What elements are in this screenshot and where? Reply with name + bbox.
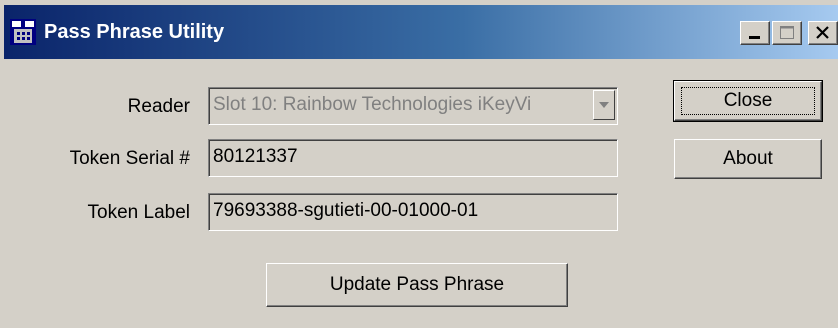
token-serial-field[interactable]: 80121337: [208, 139, 618, 177]
maximize-button[interactable]: [772, 21, 802, 45]
token-serial-label: Token Serial #: [69, 148, 190, 169]
token-label-field[interactable]: 79693388-sgutieti-00-01000-01: [208, 193, 618, 231]
token-label-label: Token Label: [87, 202, 190, 223]
reader-select-value: Slot 10: Rainbow Technologies iKeyVi: [213, 94, 532, 115]
title-bar[interactable]: Pass Phrase Utility: [4, 5, 838, 59]
about-button-label: About: [723, 148, 773, 169]
update-pass-phrase-label: Update Pass Phrase: [329, 274, 505, 295]
close-button[interactable]: Close: [673, 80, 823, 122]
pass-phrase-utility-window: Pass Phrase Utility Reader Slot 10: Rain…: [0, 0, 838, 328]
update-pass-phrase-button[interactable]: Update Pass Phrase: [266, 263, 568, 307]
dropdown-button[interactable]: [593, 90, 615, 120]
window-title: Pass Phrase Utility: [44, 21, 225, 43]
close-button-label: Close: [723, 90, 773, 111]
reader-label: Reader: [127, 96, 190, 117]
minimize-button[interactable]: [740, 21, 770, 45]
about-button[interactable]: About: [674, 139, 822, 179]
pass-phrase-app-icon: [10, 19, 36, 45]
close-window-button[interactable]: [808, 21, 838, 45]
reader-select[interactable]: Slot 10: Rainbow Technologies iKeyVi: [208, 87, 618, 125]
